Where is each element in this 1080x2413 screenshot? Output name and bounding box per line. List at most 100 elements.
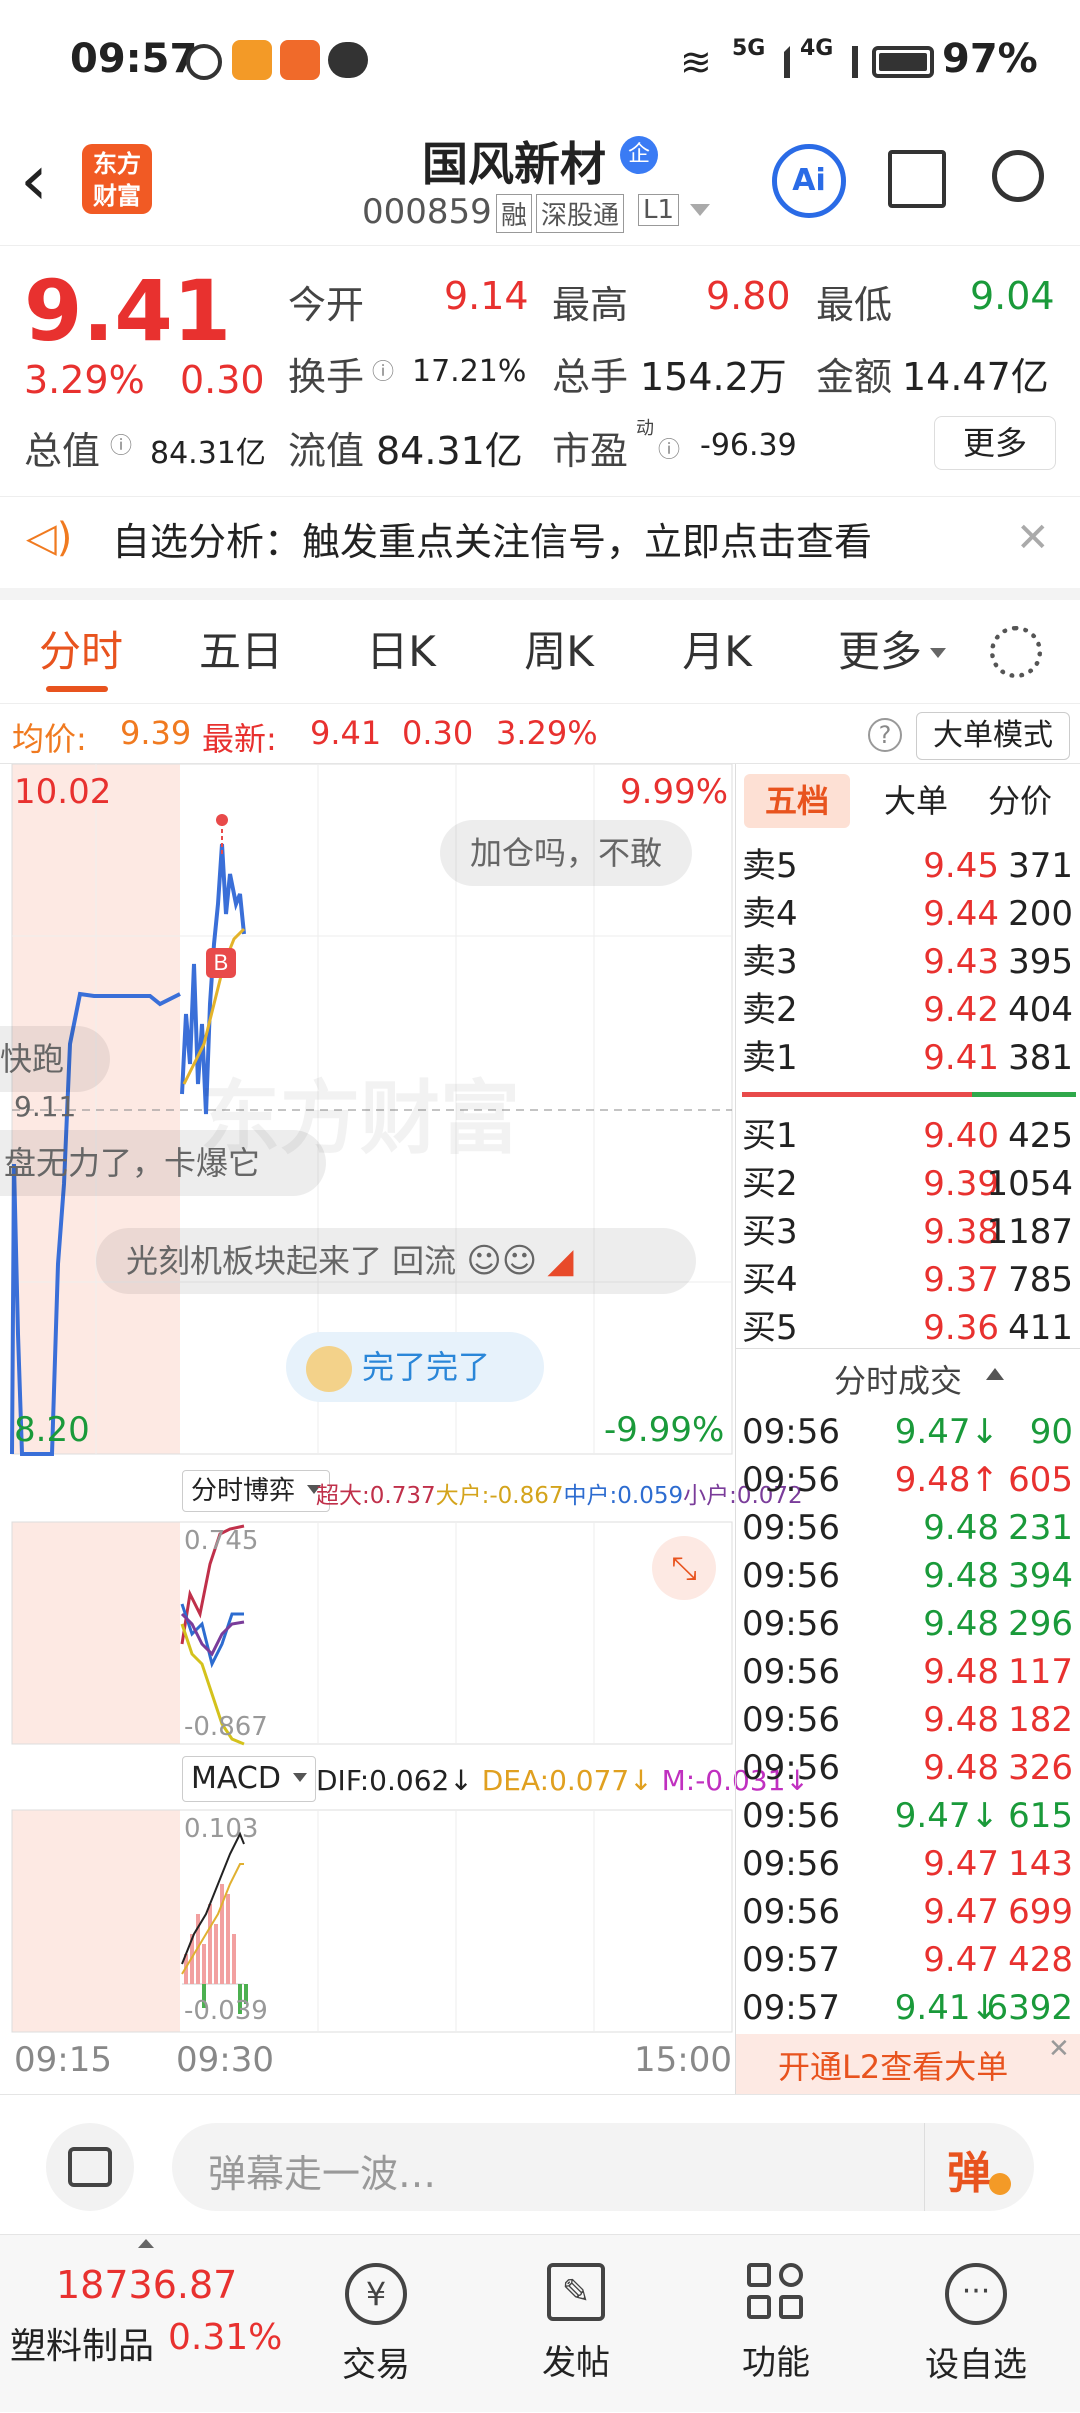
latest-percent: 3.29% bbox=[496, 714, 598, 752]
send-danmu-button[interactable]: 弹 bbox=[924, 2123, 1034, 2211]
turnover-label: 换手 bbox=[288, 355, 365, 399]
bid-row-volume: 411 bbox=[1008, 1308, 1073, 1348]
sticker-icon: ◢ bbox=[547, 1241, 574, 1281]
big-order-mode-button[interactable]: 大单模式 bbox=[916, 712, 1070, 760]
close-icon[interactable]: ✕ bbox=[1048, 2034, 1070, 2064]
ai-assistant-icon[interactable]: Ai bbox=[772, 144, 846, 218]
bid-row-label: 买2 bbox=[742, 1164, 798, 1204]
intraday-chart[interactable]: B 10.02 8.20 9.99% -9.99% 9.11 东方财富 加仓吗，… bbox=[0, 764, 809, 2094]
amount-label: 金额 bbox=[816, 355, 893, 399]
battery-percent: 97% bbox=[942, 36, 1038, 82]
tab-indicator bbox=[46, 686, 108, 692]
chevron-up-icon[interactable] bbox=[986, 1368, 1004, 1380]
bid-row: 买1 9.40 425 bbox=[736, 1112, 1080, 1160]
bid-row: 买5 9.36 411 bbox=[736, 1304, 1080, 1352]
ask-row-label: 卖4 bbox=[742, 894, 798, 934]
change-percent: 3.29% bbox=[24, 358, 145, 402]
nav-post[interactable]: ✎ 发帖 bbox=[476, 2235, 676, 2384]
close-icon[interactable]: ✕ bbox=[1016, 515, 1050, 561]
bid-row-volume: 785 bbox=[1008, 1260, 1073, 1300]
search-icon[interactable] bbox=[992, 150, 1044, 202]
float-cap-value: 84.31亿 bbox=[376, 429, 523, 473]
info-icon[interactable]: ⓘ bbox=[372, 354, 394, 386]
bid-row-price: 9.40 bbox=[923, 1116, 999, 1156]
time-axis-open: 09:30 bbox=[176, 2040, 274, 2080]
tick-row: 09:56 9.47 699 bbox=[736, 1888, 1080, 1936]
expand-icon[interactable]: ⤡ bbox=[652, 1536, 716, 1600]
tick-row-price: 9.47 bbox=[923, 1940, 999, 1980]
danmu-input[interactable]: 弹幕走一波… 弹 bbox=[172, 2123, 1034, 2211]
tab-big-orders[interactable]: 大单 bbox=[866, 774, 966, 828]
back-icon[interactable]: ‹ bbox=[20, 145, 48, 215]
amount-value: 14.47亿 bbox=[902, 355, 1049, 399]
ticks-title[interactable]: 分时成交 bbox=[834, 1356, 962, 1402]
tick-row: 09:56 9.47↓ 90 bbox=[736, 1408, 1080, 1456]
stock-name[interactable]: 国风新材 bbox=[422, 128, 606, 194]
tick-row-volume: 143 bbox=[1008, 1844, 1073, 1884]
nav-trade[interactable]: ¥ 交易 bbox=[276, 2235, 476, 2386]
low-value: 9.04 bbox=[970, 274, 1055, 318]
edit-icon: ✎ bbox=[547, 2263, 605, 2321]
avatar bbox=[306, 1346, 352, 1392]
wifi-icon: ≋ bbox=[680, 40, 712, 84]
tab-price-distribution[interactable]: 分价 bbox=[970, 774, 1070, 828]
flow-auction-area bbox=[12, 1522, 180, 1744]
margin-tag: 融 bbox=[496, 194, 533, 233]
chevron-down-icon[interactable] bbox=[690, 204, 710, 216]
tick-row-price: 9.48 bbox=[923, 1556, 999, 1596]
tick-row: 09:56 9.48 231 bbox=[736, 1504, 1080, 1552]
gear-icon[interactable] bbox=[990, 626, 1042, 678]
nav-functions[interactable]: 功能 bbox=[676, 2235, 876, 2384]
share-icon[interactable] bbox=[888, 150, 946, 208]
tick-row-label: 09:56 bbox=[742, 1460, 840, 1500]
flow-indicator-select[interactable]: 分时博弈 bbox=[182, 1470, 331, 1512]
market-cap-value: 84.31亿 bbox=[150, 436, 266, 471]
app-logo[interactable]: 东方 财富 bbox=[82, 144, 152, 214]
notice-bar[interactable]: ◁) 自选分析：触发重点关注信号，立即点击查看 ✕ bbox=[0, 496, 1080, 600]
danmu-input-bar: 弹幕走一波… 弹 bbox=[0, 2094, 1080, 2234]
l2-promo-text: 开通L2查看大单 bbox=[778, 2048, 1009, 2086]
info-icon[interactable]: ⓘ bbox=[658, 432, 680, 464]
nav-add-watchlist[interactable]: ··· 设自选 bbox=[876, 2235, 1076, 2386]
tab-monthly-k[interactable]: 月K bbox=[652, 600, 782, 704]
danmu-comment: 盘无力了，卡爆它 bbox=[0, 1130, 326, 1196]
dif-label: DIF:0.062 bbox=[316, 1764, 450, 1797]
latest-value: 9.41 bbox=[310, 714, 382, 752]
more-dots-icon: ··· bbox=[945, 2263, 1007, 2325]
sector-index-widget[interactable]: 18736.87 塑料制品 0.31% bbox=[10, 2235, 310, 2413]
more-button[interactable]: 更多 bbox=[934, 416, 1056, 470]
macd-indicator-select[interactable]: MACD bbox=[182, 1756, 316, 1802]
price-info-bar: 均价: 9.39 最新: 9.41 0.30 3.29% ? 大单模式 bbox=[0, 704, 1080, 764]
tick-row-label: 09:56 bbox=[742, 1508, 840, 1548]
volume-label: 总手 bbox=[552, 355, 629, 399]
flow-min-label: -0.867 bbox=[184, 1712, 268, 1742]
sector-name: 塑料制品 bbox=[10, 2326, 155, 2367]
l2-promo-bar[interactable]: 开通L2查看大单 ✕ bbox=[736, 2034, 1080, 2094]
tab-daily-k[interactable]: 日K bbox=[336, 600, 466, 704]
flow-super-label: 超大:0.737 bbox=[316, 1483, 436, 1509]
tab-five-day[interactable]: 五日 bbox=[176, 600, 306, 704]
tick-row-label: 09:56 bbox=[742, 1412, 840, 1452]
avg-value: 9.39 bbox=[120, 714, 192, 752]
chart-tabs: 分时 五日 日K 周K 月K 更多 bbox=[0, 600, 1080, 704]
ask-row-label: 卖1 bbox=[742, 1038, 798, 1078]
tick-row-label: 09:57 bbox=[742, 1940, 840, 1980]
tab-five-levels[interactable]: 五档 bbox=[744, 774, 850, 828]
tick-row-volume: 615 bbox=[1008, 1796, 1073, 1836]
tick-row-volume: 394 bbox=[1008, 1556, 1073, 1596]
pe-dynamic-mark: 动 bbox=[636, 418, 654, 439]
tab-weekly-k[interactable]: 周K bbox=[494, 600, 624, 704]
time-axis-start: 09:15 bbox=[14, 2040, 112, 2080]
danmu-settings-icon[interactable] bbox=[46, 2123, 134, 2211]
tick-row-price: 9.47↓ bbox=[894, 1412, 999, 1452]
danmu-text: 完了完了 bbox=[362, 1348, 491, 1386]
tick-row: 09:56 9.48 182 bbox=[736, 1696, 1080, 1744]
help-icon[interactable]: ? bbox=[868, 718, 902, 752]
alarm-icon bbox=[186, 44, 222, 80]
down-arrow-icon: ↓ bbox=[629, 1764, 653, 1797]
info-icon[interactable]: ⓘ bbox=[110, 428, 132, 460]
chevron-down-icon bbox=[930, 648, 946, 658]
tab-more[interactable]: 更多 bbox=[820, 600, 940, 704]
flow-legend: 超大:0.737大户:-0.867中户:0.059小户:0.072 bbox=[316, 1476, 803, 1510]
high-marker bbox=[216, 814, 228, 826]
